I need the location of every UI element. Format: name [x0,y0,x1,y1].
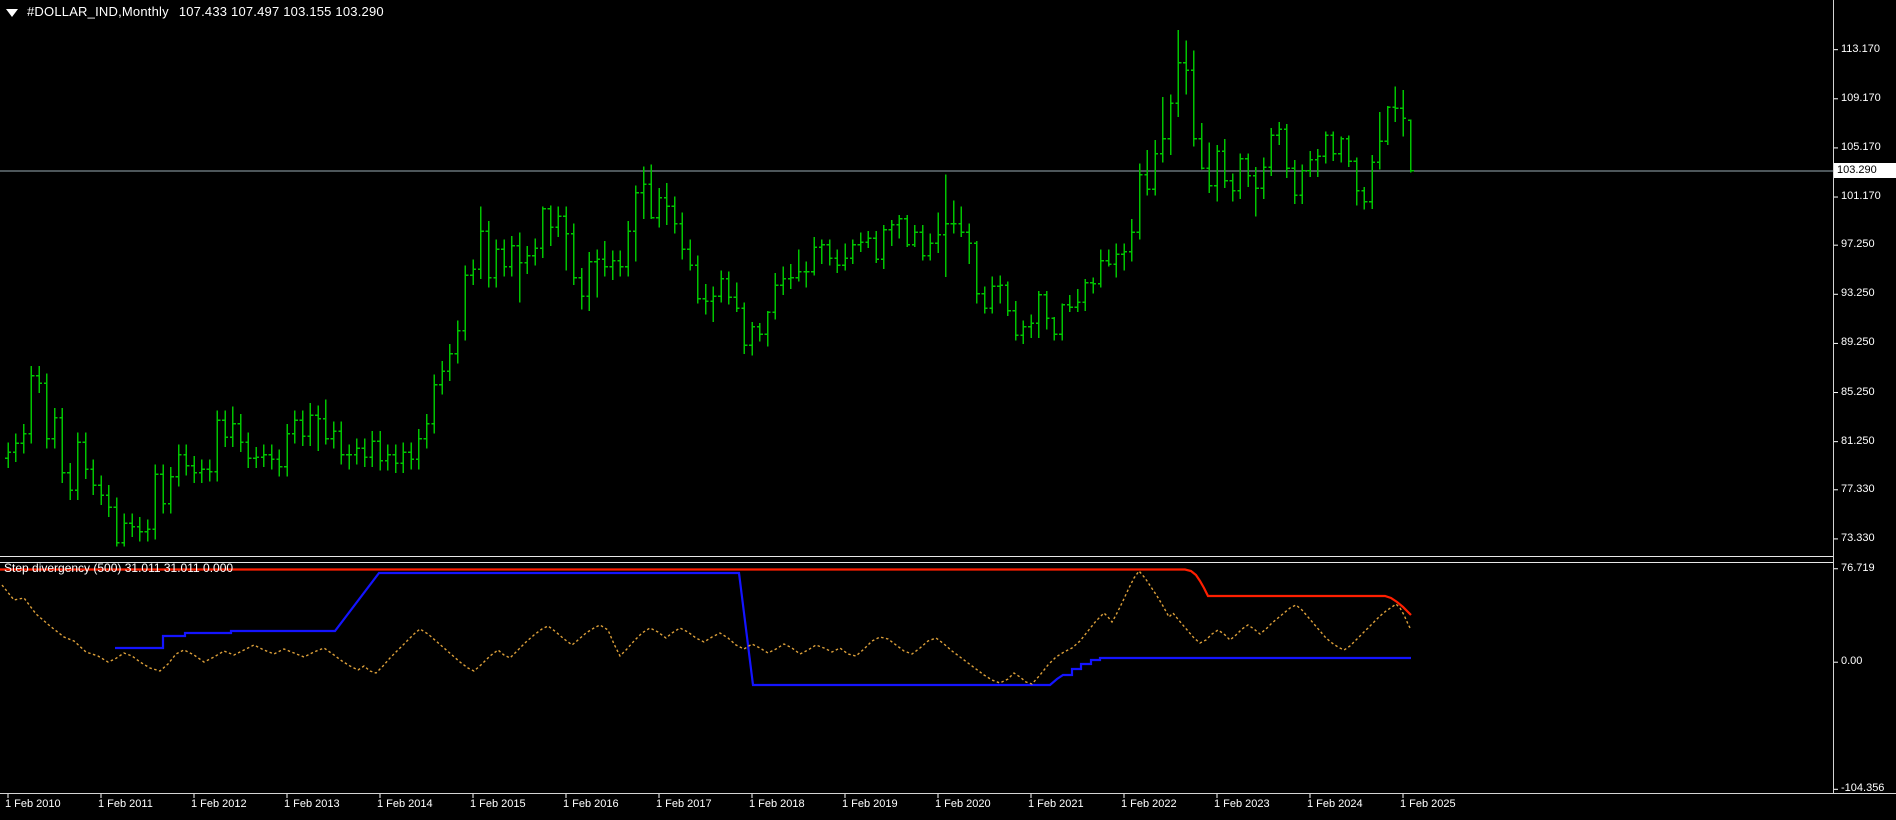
price-axis-label: 101.170 [1841,190,1881,203]
date-axis-label: 1 Feb 2019 [842,798,898,810]
date-axis-label: 1 Feb 2012 [191,798,247,810]
current-price-badge: 103.290 [1834,163,1896,178]
chart-canvas[interactable] [0,0,1896,820]
time-axis-border [0,793,1896,794]
price-axis-label: 73.330 [1841,531,1875,544]
price-axis-label: 89.250 [1841,336,1875,349]
ohlc-values-label: 107.433 107.497 103.155 103.290 [178,4,384,19]
price-axis-label: 81.250 [1841,434,1875,447]
indicator-axis-label: 76.719 [1841,561,1875,574]
date-axis-label: 1 Feb 2018 [749,798,805,810]
date-axis-label: 1 Feb 2015 [470,798,526,810]
price-axis-label: 113.170 [1841,42,1880,55]
date-axis-label: 1 Feb 2022 [1121,798,1177,810]
date-axis-label: 1 Feb 2011 [98,798,153,810]
symbol-timeframe-label: #DOLLAR_IND,Monthly [27,4,169,19]
price-axis-label: 77.330 [1841,482,1875,495]
date-axis-label: 1 Feb 2020 [935,798,991,810]
price-axis-label: 109.170 [1841,91,1881,104]
date-axis-label: 1 Feb 2016 [563,798,619,810]
date-axis-label: 1 Feb 2025 [1400,798,1456,810]
indicator-axis-label: 0.00 [1841,655,1863,668]
ohlc-bars [5,29,1414,547]
date-axis-label: 1 Feb 2021 [1028,798,1084,810]
date-axis-label: 1 Feb 2013 [284,798,340,810]
indicator-name-label: Step divergency (500) 31.011 31.011 0.00… [4,561,234,575]
chart-window: #DOLLAR_IND,Monthly 107.433 107.497 103.… [0,0,1896,820]
price-axis-label: 93.250 [1841,287,1875,300]
date-axis-label: 1 Feb 2017 [656,798,712,810]
date-axis-label: 1 Feb 2024 [1307,798,1363,810]
chart-title-bar: #DOLLAR_IND,Monthly 107.433 107.497 103.… [6,4,384,19]
pane-separator[interactable] [0,556,1833,563]
date-axis-label: 1 Feb 2023 [1214,798,1270,810]
price-axis-label: 97.250 [1841,238,1875,251]
lower-step-line [115,571,1411,687]
triangle-down-icon[interactable] [6,8,18,17]
price-axis-label: 105.170 [1841,140,1881,153]
date-axis-label: 1 Feb 2014 [377,798,433,810]
price-axis-label: 85.250 [1841,385,1875,398]
price-axis-border [1833,0,1834,793]
indicator-axis-label: -104.356 [1841,782,1885,795]
divergence-oscillator [1,569,1412,685]
upper-step-line [0,568,1412,616]
date-axis-label: 1 Feb 2010 [5,798,61,810]
